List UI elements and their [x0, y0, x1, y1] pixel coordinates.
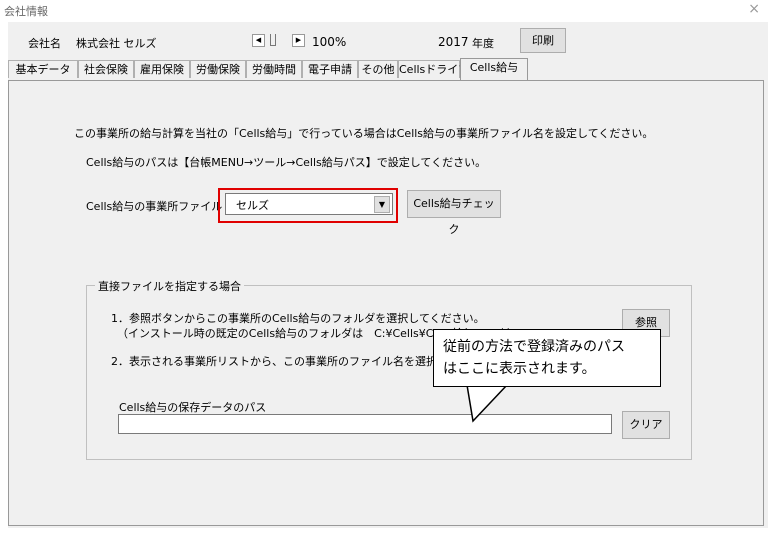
tab-cells-payroll[interactable]: Cells給与: [460, 58, 528, 80]
window-title: 会社情報: [4, 5, 48, 18]
close-icon[interactable]: ×: [748, 1, 760, 17]
step1-text: 1．参照ボタンからこの事業所のCells給与のフォルダを選択してください。: [111, 312, 485, 325]
office-file-value: セルズ: [236, 199, 269, 212]
print-button[interactable]: 印刷: [520, 28, 566, 53]
tab-cells-drive[interactable]: Cellsドライブ: [398, 60, 469, 78]
callout-line2: はここに表示されます。: [443, 361, 596, 377]
callout-note: 従前の方法で登録済みのパス はここに表示されます。: [433, 329, 663, 423]
office-file-label: Cells給与の事業所ファイル: [86, 200, 223, 213]
tab-other[interactable]: その他: [358, 60, 398, 78]
tab-working-hours[interactable]: 労働時間: [246, 60, 302, 78]
title-bar: 会社情報 ×: [0, 0, 768, 20]
office-file-select[interactable]: セルズ ▼: [225, 193, 393, 215]
zoom-decrease-icon[interactable]: ◀: [252, 34, 265, 47]
cells-payroll-check-button[interactable]: Cells給与チェック: [407, 190, 501, 236]
tab-social-insurance[interactable]: 社会保険: [78, 60, 134, 78]
fiscal-year: 2017: [438, 35, 469, 49]
info-text-1: この事業所の給与計算を当社の「Cells給与」で行っている場合はCells給与の…: [74, 127, 654, 140]
company-label: 会社名: [28, 37, 61, 50]
callout-line1: 従前の方法で登録済みのパス: [443, 339, 625, 355]
chevron-down-icon[interactable]: ▼: [374, 196, 390, 213]
cells-payroll-panel: この事業所の給与計算を当社の「Cells給与」で行っている場合はCells給与の…: [8, 80, 764, 526]
zoom-thumb[interactable]: [270, 34, 276, 46]
tab-labor-insurance[interactable]: 労働保険: [190, 60, 246, 78]
group-title: 直接ファイルを指定する場合: [95, 278, 244, 294]
fiscal-year-unit: 年度: [472, 37, 494, 50]
tab-basic-data[interactable]: 基本データ: [8, 60, 78, 78]
dialog-body: 会社名 株式会社 セルズ ◀ ▶ 100% 2017 年度 印刷 基本データ 社…: [8, 22, 768, 528]
zoom-level: 100%: [312, 35, 347, 49]
zoom-scrollbar[interactable]: ◀ ▶: [252, 34, 314, 48]
company-info-window: 会社情報 × 会社名 株式会社 セルズ ◀ ▶ 100% 2017 年度 印刷 …: [0, 0, 768, 533]
zoom-track[interactable]: [265, 34, 279, 47]
info-text-2: Cells給与のパスは【台帳MENU→ツール→Cells給与パス】で設定してくだ…: [86, 156, 487, 169]
tab-e-filing[interactable]: 電子申請: [302, 60, 358, 78]
zoom-increase-icon[interactable]: ▶: [292, 34, 305, 47]
tab-employment-insurance[interactable]: 雇用保険: [134, 60, 190, 78]
company-name: 株式会社 セルズ: [76, 37, 157, 50]
path-label: Cells給与の保存データのパス: [119, 401, 267, 414]
